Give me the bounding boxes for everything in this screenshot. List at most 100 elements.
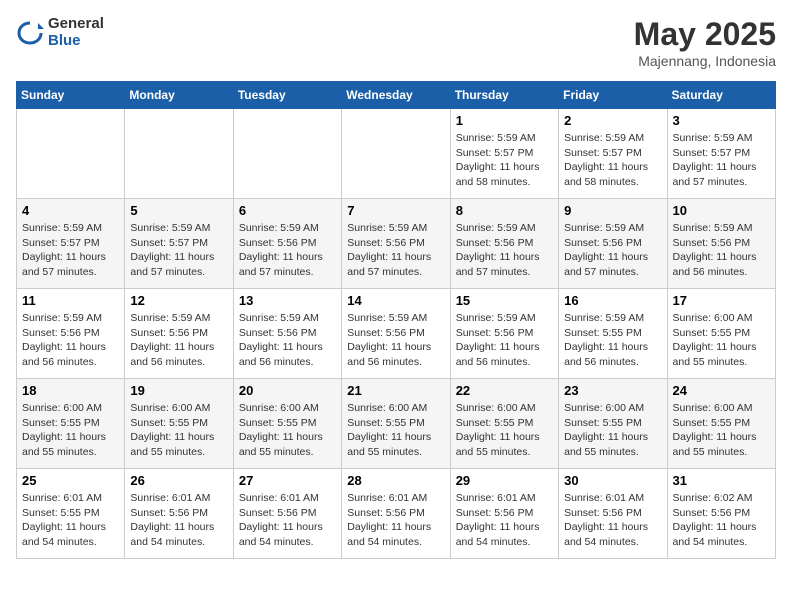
day-info: Sunrise: 6:01 AM Sunset: 5:56 PM Dayligh… bbox=[239, 491, 336, 550]
day-info: Sunrise: 6:00 AM Sunset: 5:55 PM Dayligh… bbox=[22, 401, 119, 460]
day-number: 25 bbox=[22, 473, 119, 488]
day-info: Sunrise: 5:59 AM Sunset: 5:56 PM Dayligh… bbox=[239, 311, 336, 370]
day-number: 9 bbox=[564, 203, 661, 218]
day-info: Sunrise: 5:59 AM Sunset: 5:56 PM Dayligh… bbox=[456, 221, 553, 280]
day-cell: 28 Sunrise: 6:01 AM Sunset: 5:56 PM Dayli… bbox=[342, 469, 450, 559]
weekday-header-sunday: Sunday bbox=[17, 82, 125, 109]
day-number: 23 bbox=[564, 383, 661, 398]
day-info: Sunrise: 6:01 AM Sunset: 5:56 PM Dayligh… bbox=[347, 491, 444, 550]
day-number: 29 bbox=[456, 473, 553, 488]
title-block: May 2025 Majennang, Indonesia bbox=[634, 16, 776, 69]
day-info: Sunrise: 6:00 AM Sunset: 5:55 PM Dayligh… bbox=[347, 401, 444, 460]
day-cell: 22 Sunrise: 6:00 AM Sunset: 5:55 PM Dayli… bbox=[450, 379, 558, 469]
day-number: 3 bbox=[673, 113, 770, 128]
weekday-header-monday: Monday bbox=[125, 82, 233, 109]
day-number: 11 bbox=[22, 293, 119, 308]
weekday-header-friday: Friday bbox=[559, 82, 667, 109]
day-info: Sunrise: 6:00 AM Sunset: 5:55 PM Dayligh… bbox=[130, 401, 227, 460]
week-row-5: 25 Sunrise: 6:01 AM Sunset: 5:55 PM Dayli… bbox=[17, 469, 776, 559]
day-cell: 18 Sunrise: 6:00 AM Sunset: 5:55 PM Dayli… bbox=[17, 379, 125, 469]
day-info: Sunrise: 6:00 AM Sunset: 5:55 PM Dayligh… bbox=[456, 401, 553, 460]
day-number: 6 bbox=[239, 203, 336, 218]
weekday-header-wednesday: Wednesday bbox=[342, 82, 450, 109]
day-number: 22 bbox=[456, 383, 553, 398]
day-cell: 13 Sunrise: 5:59 AM Sunset: 5:56 PM Dayli… bbox=[233, 289, 341, 379]
day-info: Sunrise: 5:59 AM Sunset: 5:57 PM Dayligh… bbox=[22, 221, 119, 280]
day-info: Sunrise: 5:59 AM Sunset: 5:55 PM Dayligh… bbox=[564, 311, 661, 370]
month-title: May 2025 bbox=[634, 16, 776, 53]
day-cell bbox=[125, 109, 233, 199]
day-number: 5 bbox=[130, 203, 227, 218]
logo-general: General bbox=[48, 16, 104, 33]
day-info: Sunrise: 6:00 AM Sunset: 5:55 PM Dayligh… bbox=[564, 401, 661, 460]
day-cell: 4 Sunrise: 5:59 AM Sunset: 5:57 PM Daylig… bbox=[17, 199, 125, 289]
day-info: Sunrise: 5:59 AM Sunset: 5:57 PM Dayligh… bbox=[456, 131, 553, 190]
day-cell: 29 Sunrise: 6:01 AM Sunset: 5:56 PM Dayli… bbox=[450, 469, 558, 559]
day-info: Sunrise: 6:01 AM Sunset: 5:56 PM Dayligh… bbox=[456, 491, 553, 550]
day-info: Sunrise: 5:59 AM Sunset: 5:57 PM Dayligh… bbox=[130, 221, 227, 280]
day-info: Sunrise: 6:02 AM Sunset: 5:56 PM Dayligh… bbox=[673, 491, 770, 550]
day-cell: 19 Sunrise: 6:00 AM Sunset: 5:55 PM Dayli… bbox=[125, 379, 233, 469]
week-row-2: 4 Sunrise: 5:59 AM Sunset: 5:57 PM Daylig… bbox=[17, 199, 776, 289]
week-row-4: 18 Sunrise: 6:00 AM Sunset: 5:55 PM Dayli… bbox=[17, 379, 776, 469]
day-info: Sunrise: 6:00 AM Sunset: 5:55 PM Dayligh… bbox=[673, 311, 770, 370]
day-number: 13 bbox=[239, 293, 336, 308]
day-cell: 27 Sunrise: 6:01 AM Sunset: 5:56 PM Dayli… bbox=[233, 469, 341, 559]
day-cell: 12 Sunrise: 5:59 AM Sunset: 5:56 PM Dayli… bbox=[125, 289, 233, 379]
location: Majennang, Indonesia bbox=[634, 53, 776, 69]
day-info: Sunrise: 5:59 AM Sunset: 5:56 PM Dayligh… bbox=[130, 311, 227, 370]
day-number: 30 bbox=[564, 473, 661, 488]
day-info: Sunrise: 6:01 AM Sunset: 5:55 PM Dayligh… bbox=[22, 491, 119, 550]
day-number: 19 bbox=[130, 383, 227, 398]
day-info: Sunrise: 6:00 AM Sunset: 5:55 PM Dayligh… bbox=[239, 401, 336, 460]
day-number: 15 bbox=[456, 293, 553, 308]
day-number: 24 bbox=[673, 383, 770, 398]
day-info: Sunrise: 6:01 AM Sunset: 5:56 PM Dayligh… bbox=[130, 491, 227, 550]
day-number: 16 bbox=[564, 293, 661, 308]
day-cell: 26Sunrise: 6:01 AM Sunset: 5:56 PM Dayli… bbox=[125, 469, 233, 559]
day-info: Sunrise: 5:59 AM Sunset: 5:56 PM Dayligh… bbox=[347, 311, 444, 370]
day-cell: 30 Sunrise: 6:01 AM Sunset: 5:56 PM Dayli… bbox=[559, 469, 667, 559]
day-cell: 25 Sunrise: 6:01 AM Sunset: 5:55 PM Dayli… bbox=[17, 469, 125, 559]
week-row-1: 1 Sunrise: 5:59 AM Sunset: 5:57 PM Daylig… bbox=[17, 109, 776, 199]
day-cell: 31Sunrise: 6:02 AM Sunset: 5:56 PM Dayli… bbox=[667, 469, 775, 559]
day-number: 27 bbox=[239, 473, 336, 488]
day-info: Sunrise: 5:59 AM Sunset: 5:56 PM Dayligh… bbox=[347, 221, 444, 280]
day-info: Sunrise: 5:59 AM Sunset: 5:57 PM Dayligh… bbox=[673, 131, 770, 190]
day-cell bbox=[342, 109, 450, 199]
day-info: Sunrise: 6:01 AM Sunset: 5:56 PM Dayligh… bbox=[564, 491, 661, 550]
day-cell: 7 Sunrise: 5:59 AM Sunset: 5:56 PM Daylig… bbox=[342, 199, 450, 289]
day-number: 28 bbox=[347, 473, 444, 488]
weekday-header-thursday: Thursday bbox=[450, 82, 558, 109]
day-number: 8 bbox=[456, 203, 553, 218]
logo-icon bbox=[16, 19, 44, 47]
day-cell: 14 Sunrise: 5:59 AM Sunset: 5:56 PM Dayli… bbox=[342, 289, 450, 379]
day-number: 12 bbox=[130, 293, 227, 308]
day-number: 10 bbox=[673, 203, 770, 218]
day-number: 4 bbox=[22, 203, 119, 218]
day-cell bbox=[17, 109, 125, 199]
day-number: 1 bbox=[456, 113, 553, 128]
day-info: Sunrise: 6:00 AM Sunset: 5:55 PM Dayligh… bbox=[673, 401, 770, 460]
day-cell: 3 Sunrise: 5:59 AM Sunset: 5:57 PM Daylig… bbox=[667, 109, 775, 199]
day-cell: 5 Sunrise: 5:59 AM Sunset: 5:57 PM Daylig… bbox=[125, 199, 233, 289]
day-cell: 2Sunrise: 5:59 AM Sunset: 5:57 PM Daylig… bbox=[559, 109, 667, 199]
day-number: 21 bbox=[347, 383, 444, 398]
day-info: Sunrise: 5:59 AM Sunset: 5:56 PM Dayligh… bbox=[22, 311, 119, 370]
day-cell bbox=[233, 109, 341, 199]
weekday-header-row: SundayMondayTuesdayWednesdayThursdayFrid… bbox=[17, 82, 776, 109]
day-number: 7 bbox=[347, 203, 444, 218]
day-number: 18 bbox=[22, 383, 119, 398]
logo: General Blue bbox=[16, 16, 104, 49]
calendar-table: SundayMondayTuesdayWednesdayThursdayFrid… bbox=[16, 81, 776, 559]
day-number: 17 bbox=[673, 293, 770, 308]
logo-blue: Blue bbox=[48, 33, 104, 50]
day-info: Sunrise: 5:59 AM Sunset: 5:57 PM Dayligh… bbox=[564, 131, 661, 190]
logo-text: General Blue bbox=[48, 16, 104, 49]
day-info: Sunrise: 5:59 AM Sunset: 5:56 PM Dayligh… bbox=[564, 221, 661, 280]
page-header: General Blue May 2025 Majennang, Indones… bbox=[16, 16, 776, 69]
day-number: 20 bbox=[239, 383, 336, 398]
day-cell: 11 Sunrise: 5:59 AM Sunset: 5:56 PM Dayli… bbox=[17, 289, 125, 379]
day-cell: 24 Sunrise: 6:00 AM Sunset: 5:55 PM Dayli… bbox=[667, 379, 775, 469]
day-number: 14 bbox=[347, 293, 444, 308]
